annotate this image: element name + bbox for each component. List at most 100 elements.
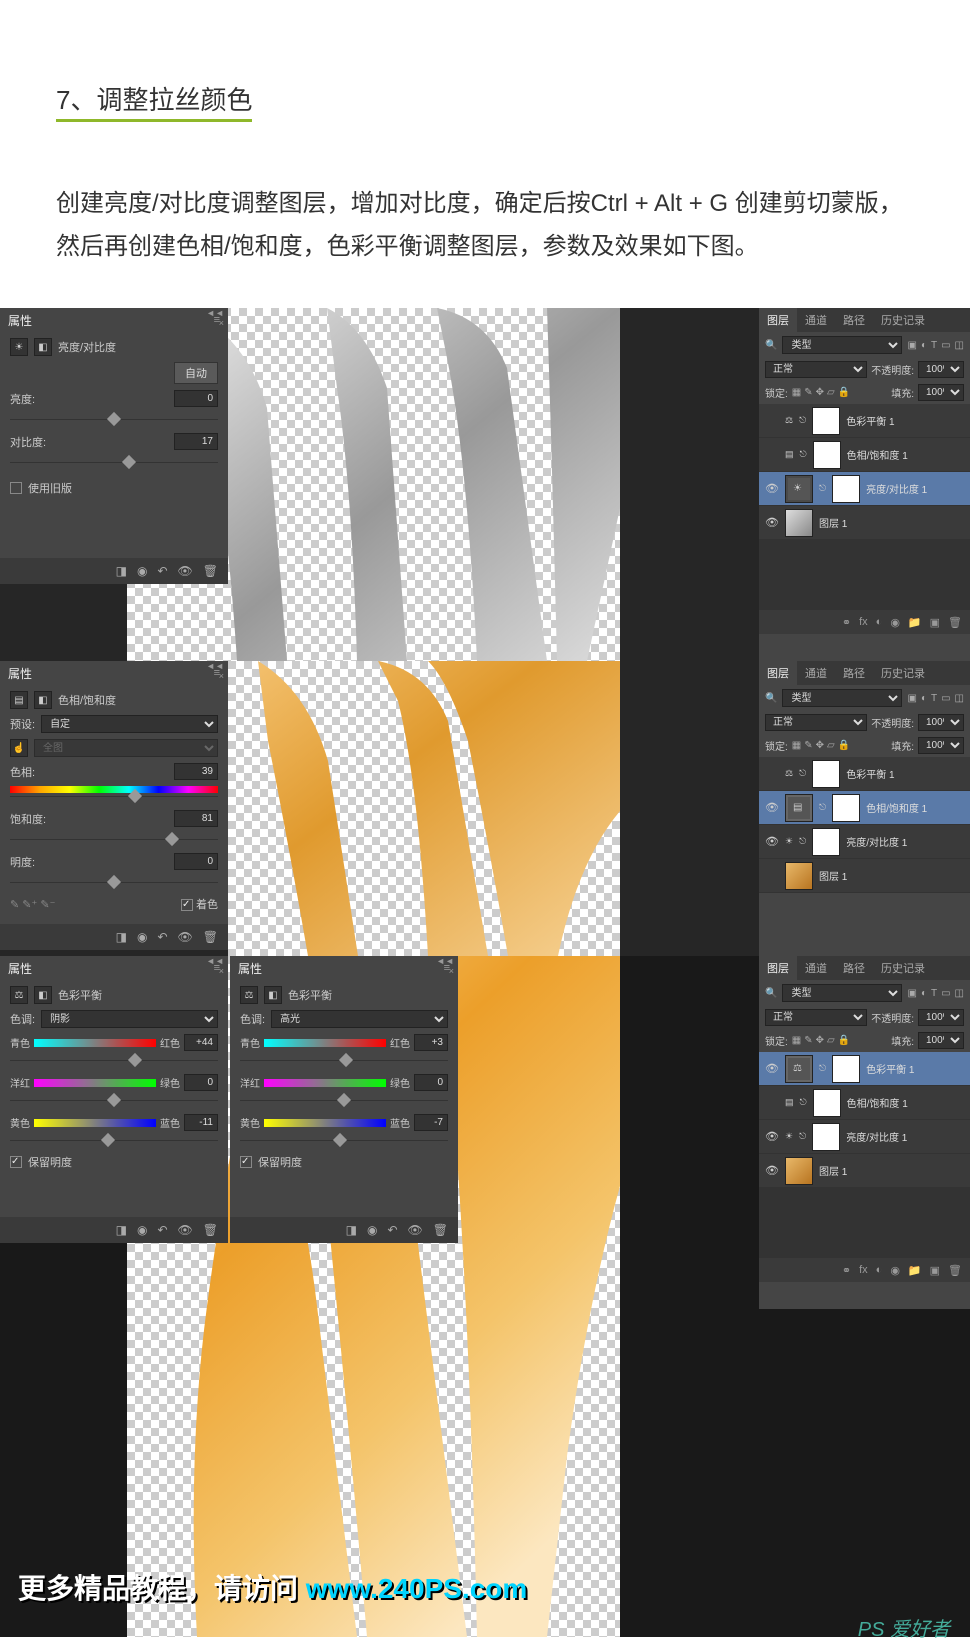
tab-layers[interactable]: 图层	[759, 661, 797, 685]
colorize-checkbox[interactable]	[181, 899, 193, 911]
fill-value[interactable]: 100%	[918, 1032, 964, 1049]
layer-row[interactable]: 👁图层 1	[759, 1154, 970, 1188]
filter-kind[interactable]: 类型	[782, 336, 902, 354]
fx-icon[interactable]: fx	[859, 616, 868, 628]
tone-select[interactable]: 高光	[271, 1010, 448, 1028]
visibility-icon[interactable]: 👁	[765, 835, 779, 848]
hue-input[interactable]	[174, 763, 218, 780]
tab-history[interactable]: 历史记录	[873, 661, 933, 685]
visibility-icon[interactable]: 👁	[765, 801, 779, 814]
range-select[interactable]: 全图	[34, 739, 218, 757]
tab-history[interactable]: 历史记录	[873, 308, 933, 332]
tab-layers[interactable]: 图层	[759, 956, 797, 980]
fill-value[interactable]: 100%	[918, 737, 964, 754]
cr-slider[interactable]	[10, 1054, 218, 1068]
filter-adj-icon[interactable]: ◐	[921, 340, 927, 351]
new-layer-icon[interactable]: ▣	[930, 616, 940, 629]
filter-shape-icon[interactable]: ▭	[941, 340, 950, 351]
tab-paths[interactable]: 路径	[835, 956, 873, 980]
brightness-input[interactable]	[174, 390, 218, 407]
filter-pixel-icon[interactable]: ▣	[907, 340, 916, 351]
blend-mode[interactable]: 正常	[765, 1009, 867, 1026]
tab-channels[interactable]: 通道	[797, 661, 835, 685]
layer-row[interactable]: ⚖⎋色彩平衡 1	[759, 757, 970, 791]
layer-row[interactable]: 👁▤⎋色相/饱和度 1	[759, 791, 970, 825]
layer-row[interactable]: ▤⎋色相/饱和度 1	[759, 1086, 970, 1120]
sat-input[interactable]	[174, 810, 218, 827]
blend-mode[interactable]: 正常	[765, 361, 867, 378]
auto-button[interactable]: 自动	[174, 362, 218, 384]
visibility-icon[interactable]: 👁	[765, 482, 779, 495]
lock-trans-icon[interactable]: ▦	[792, 387, 801, 398]
link-icon[interactable]: ⚭	[842, 616, 851, 629]
layer-row[interactable]: 👁⚖⎋色彩平衡 1	[759, 1052, 970, 1086]
view-icon[interactable]: ◉	[137, 930, 147, 944]
cr-input[interactable]	[184, 1034, 218, 1051]
tab-layers[interactable]: 图层	[759, 308, 797, 332]
mg-slider[interactable]	[10, 1094, 218, 1108]
clip-icon[interactable]: ◨	[116, 930, 127, 944]
toggle-icon[interactable]: 👁	[178, 564, 193, 578]
lock-all-icon[interactable]: 🔒	[838, 387, 850, 398]
preset-select[interactable]: 自定	[41, 715, 218, 733]
visibility-icon[interactable]: 👁	[765, 1164, 779, 1177]
collapse-icon[interactable]: ◄◄ ×	[200, 308, 228, 320]
mg-input[interactable]	[414, 1074, 448, 1091]
cr-slider[interactable]	[240, 1054, 448, 1068]
toggle-icon[interactable]: 👁	[178, 930, 193, 944]
contrast-input[interactable]	[174, 433, 218, 450]
mg-input[interactable]	[184, 1074, 218, 1091]
delete-icon[interactable]: 🗑	[203, 930, 218, 944]
tab-paths[interactable]: 路径	[835, 661, 873, 685]
view-icon[interactable]: ◉	[137, 564, 147, 578]
brightness-slider[interactable]	[10, 413, 218, 427]
fill-value[interactable]: 100%	[918, 384, 964, 401]
filter-kind[interactable]: 类型	[782, 984, 902, 1002]
opacity-value[interactable]: 100%	[918, 714, 964, 731]
opacity-value[interactable]: 100%	[918, 1009, 964, 1026]
visibility-icon[interactable]: 👁	[765, 516, 779, 529]
opacity-value[interactable]: 100%	[918, 361, 964, 378]
yb-input[interactable]	[184, 1114, 218, 1131]
layer-row[interactable]: 👁☀⎋亮度/对比度 1	[759, 825, 970, 859]
layer-row[interactable]: ⚖⎋色彩平衡 1	[759, 404, 970, 438]
tab-history[interactable]: 历史记录	[873, 956, 933, 980]
adj-add-icon[interactable]: ◉	[890, 616, 900, 629]
filter-smart-icon[interactable]: ◫	[955, 340, 964, 351]
lock-pos-icon[interactable]: ✥	[816, 387, 824, 398]
legacy-checkbox[interactable]	[10, 482, 22, 494]
reset-icon[interactable]: ↶	[157, 930, 167, 944]
layer-row[interactable]: 👁图层 1	[759, 506, 970, 540]
tone-select[interactable]: 阴影	[41, 1010, 218, 1028]
tab-channels[interactable]: 通道	[797, 308, 835, 332]
layer-row[interactable]: 👁☀⎋亮度/对比度 1	[759, 1120, 970, 1154]
tab-paths[interactable]: 路径	[835, 308, 873, 332]
sat-slider[interactable]	[10, 833, 218, 847]
collapse-icon[interactable]: ◄◄ ×	[430, 956, 458, 968]
finger-icon[interactable]: ☝	[10, 739, 28, 757]
mask-add-icon[interactable]: ◐	[876, 616, 883, 628]
lock-art-icon[interactable]: ▱	[827, 387, 835, 398]
clip-icon[interactable]: ◨	[116, 564, 127, 578]
preserve-checkbox[interactable]	[240, 1156, 252, 1168]
preserve-checkbox[interactable]	[10, 1156, 22, 1168]
delete-icon[interactable]: 🗑	[203, 564, 218, 578]
folder-icon[interactable]: 📁	[908, 616, 922, 629]
trash-icon[interactable]: 🗑	[948, 616, 962, 629]
light-slider[interactable]	[10, 876, 218, 890]
yb-slider[interactable]	[10, 1134, 218, 1148]
reset-icon[interactable]: ↶	[157, 564, 167, 578]
collapse-icon[interactable]: ◄◄ ×	[200, 661, 228, 673]
mg-slider[interactable]	[240, 1094, 448, 1108]
visibility-icon[interactable]: 👁	[765, 1130, 779, 1143]
lock-paint-icon[interactable]: ✎	[804, 387, 812, 398]
layer-row[interactable]: 图层 1	[759, 859, 970, 893]
cr-input[interactable]	[414, 1034, 448, 1051]
blend-mode[interactable]: 正常	[765, 714, 867, 731]
hue-slider[interactable]	[10, 790, 218, 804]
yb-slider[interactable]	[240, 1134, 448, 1148]
layer-row[interactable]: 👁☀⎋亮度/对比度 1	[759, 472, 970, 506]
contrast-slider[interactable]	[10, 456, 218, 470]
layer-row[interactable]: ▤⎋色相/饱和度 1	[759, 438, 970, 472]
filter-type-icon[interactable]: T	[931, 340, 937, 351]
